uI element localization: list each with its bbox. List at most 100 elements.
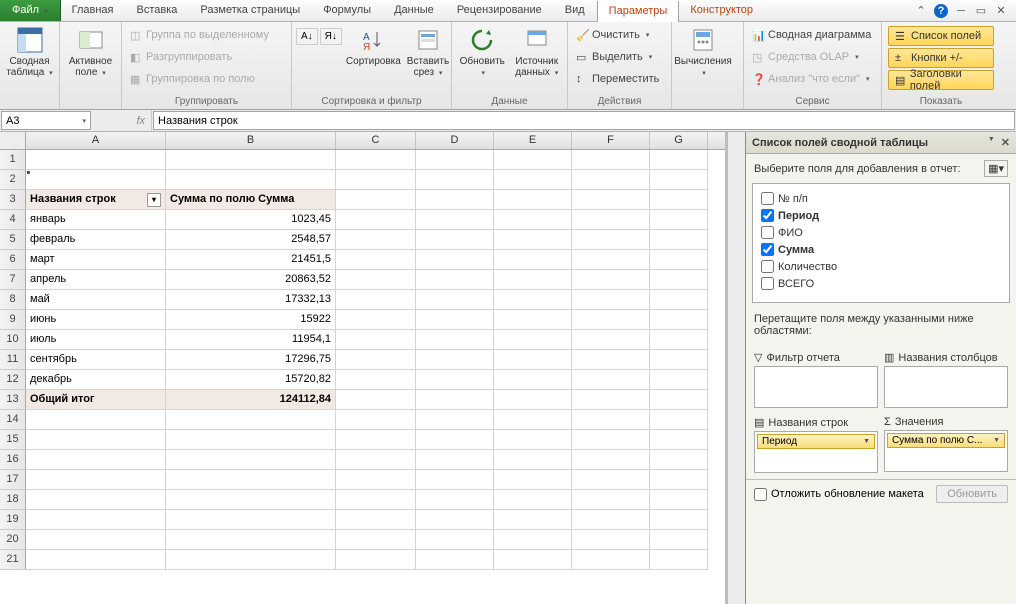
plusminus-button[interactable]: ±Кнопки +/-	[888, 48, 994, 68]
pane-menu-icon[interactable]: ▼	[988, 136, 995, 149]
row-header[interactable]: 20	[0, 530, 26, 550]
pivot-row-value[interactable]: 17332,13	[166, 290, 336, 310]
row-header[interactable]: 5	[0, 230, 26, 250]
tab-formulas[interactable]: Формулы	[312, 0, 383, 21]
calculations-button[interactable]: Вычисления▾	[676, 24, 730, 81]
layout-options-icon[interactable]: ▦▾	[984, 160, 1008, 177]
minimize-ribbon-icon[interactable]: ⌃	[914, 4, 928, 18]
tab-file[interactable]: Файл ▾	[0, 0, 61, 21]
vertical-scrollbar[interactable]	[727, 132, 745, 604]
pivot-row-value[interactable]: 15922	[166, 310, 336, 330]
area-vals-box[interactable]: Сумма по полю С...▼	[884, 430, 1008, 472]
area-rows-box[interactable]: Период▼	[754, 431, 878, 473]
tab-layout[interactable]: Разметка страницы	[189, 0, 312, 21]
pivot-row-label[interactable]: июль	[26, 330, 166, 350]
field-item[interactable]: Сумма	[761, 241, 1001, 258]
pivot-row-value[interactable]: 1023,45	[166, 210, 336, 230]
row-header[interactable]: 9	[0, 310, 26, 330]
pivot-row-label[interactable]: декабрь	[26, 370, 166, 390]
field-list-button[interactable]: ☰Список полей	[888, 26, 994, 46]
move-button[interactable]: ↕Переместить	[572, 68, 663, 90]
row-filter-dropdown[interactable]: ▾	[147, 193, 161, 207]
field-item[interactable]: Период	[761, 207, 1001, 224]
tab-view[interactable]: Вид	[554, 0, 597, 21]
fx-icon[interactable]: fx	[136, 115, 145, 127]
sort-asc-icon[interactable]: А↓	[296, 28, 318, 45]
defer-update-checkbox[interactable]: Отложить обновление макета	[754, 488, 924, 501]
area-filter-box[interactable]	[754, 366, 878, 408]
active-field-button[interactable]: Активноеполе ▾	[64, 24, 117, 81]
pivot-row-label[interactable]: январь	[26, 210, 166, 230]
pivot-row-label[interactable]: сентябрь	[26, 350, 166, 370]
field-checkbox[interactable]	[761, 243, 774, 256]
pivot-row-header[interactable]: Названия строк▾	[26, 190, 166, 210]
field-headers-button[interactable]: ▤Заголовки полей	[888, 70, 994, 90]
row-header[interactable]: 1	[0, 150, 26, 170]
tab-home[interactable]: Главная	[61, 0, 126, 21]
row-header[interactable]: 2	[0, 170, 26, 190]
row-header[interactable]: 18	[0, 490, 26, 510]
row-header[interactable]: 17	[0, 470, 26, 490]
col-header[interactable]: B	[166, 132, 336, 149]
update-button[interactable]: Обновить	[936, 485, 1008, 503]
col-header[interactable]: D	[416, 132, 494, 149]
row-header[interactable]: 12	[0, 370, 26, 390]
pivot-chart-button[interactable]: 📊Сводная диаграмма	[748, 24, 875, 46]
row-header[interactable]: 14	[0, 410, 26, 430]
tab-insert[interactable]: Вставка	[126, 0, 190, 21]
field-item[interactable]: ФИО	[761, 224, 1001, 241]
pivot-row-value[interactable]: 20863,52	[166, 270, 336, 290]
pivot-row-value[interactable]: 15720,82	[166, 370, 336, 390]
pivot-row-label[interactable]: июнь	[26, 310, 166, 330]
tab-review[interactable]: Рецензирование	[446, 0, 554, 21]
row-header[interactable]: 16	[0, 450, 26, 470]
name-box[interactable]: A3▾	[1, 111, 91, 130]
field-item[interactable]: Количество	[761, 258, 1001, 275]
row-header[interactable]: 3	[0, 190, 26, 210]
pivot-total-label[interactable]: Общий итог	[26, 390, 166, 410]
refresh-button[interactable]: Обновить▾	[456, 24, 509, 81]
col-header[interactable]: A	[26, 132, 166, 149]
field-checkbox[interactable]	[761, 226, 774, 239]
col-header[interactable]: G	[650, 132, 708, 149]
sort-desc-icon[interactable]: Я↓	[320, 28, 342, 45]
sort-button[interactable]: АЯ Сортировка	[344, 24, 403, 69]
row-header[interactable]: 4	[0, 210, 26, 230]
col-header[interactable]: F	[572, 132, 650, 149]
chip-sum[interactable]: Сумма по полю С...▼	[887, 433, 1005, 448]
field-checkbox[interactable]	[761, 192, 774, 205]
row-header[interactable]: 7	[0, 270, 26, 290]
pivot-row-label[interactable]: февраль	[26, 230, 166, 250]
worksheet[interactable]: A B C D E F G 123Названия строк▾Сумма по…	[0, 132, 727, 604]
tab-options[interactable]: Параметры	[597, 1, 680, 22]
formula-input[interactable]: Названия строк	[153, 111, 1015, 130]
pivot-total-value[interactable]: 124112,84	[166, 390, 336, 410]
pivot-table-button[interactable]: Своднаятаблица ▾	[4, 24, 55, 81]
row-header[interactable]: 13	[0, 390, 26, 410]
select-button[interactable]: ▭Выделить▾	[572, 46, 663, 68]
pivot-row-label[interactable]: май	[26, 290, 166, 310]
pivot-row-value[interactable]: 21451,5	[166, 250, 336, 270]
chip-period[interactable]: Период▼	[757, 434, 875, 449]
row-header[interactable]: 8	[0, 290, 26, 310]
data-source-button[interactable]: Источникданных ▾	[511, 24, 564, 81]
pivot-row-value[interactable]: 11954,1	[166, 330, 336, 350]
insert-slicer-button[interactable]: Вставитьсрез ▾	[405, 24, 451, 81]
pivot-row-label[interactable]: апрель	[26, 270, 166, 290]
row-header[interactable]: 21	[0, 550, 26, 570]
field-checkbox[interactable]	[761, 277, 774, 290]
window-min-icon[interactable]: ─	[954, 4, 968, 18]
select-all-corner[interactable]	[0, 132, 26, 149]
pane-close-icon[interactable]: ✕	[1001, 136, 1010, 149]
field-checkbox[interactable]	[761, 209, 774, 222]
row-header[interactable]: 11	[0, 350, 26, 370]
col-header[interactable]: E	[494, 132, 572, 149]
row-header[interactable]: 10	[0, 330, 26, 350]
window-close-icon[interactable]: ✕	[994, 4, 1008, 18]
clear-button[interactable]: 🧹Очистить▾	[572, 24, 663, 46]
field-checkbox[interactable]	[761, 260, 774, 273]
col-header[interactable]: C	[336, 132, 416, 149]
field-item[interactable]: ВСЕГО	[761, 275, 1001, 292]
pivot-row-value[interactable]: 17296,75	[166, 350, 336, 370]
area-cols-box[interactable]	[884, 366, 1008, 408]
